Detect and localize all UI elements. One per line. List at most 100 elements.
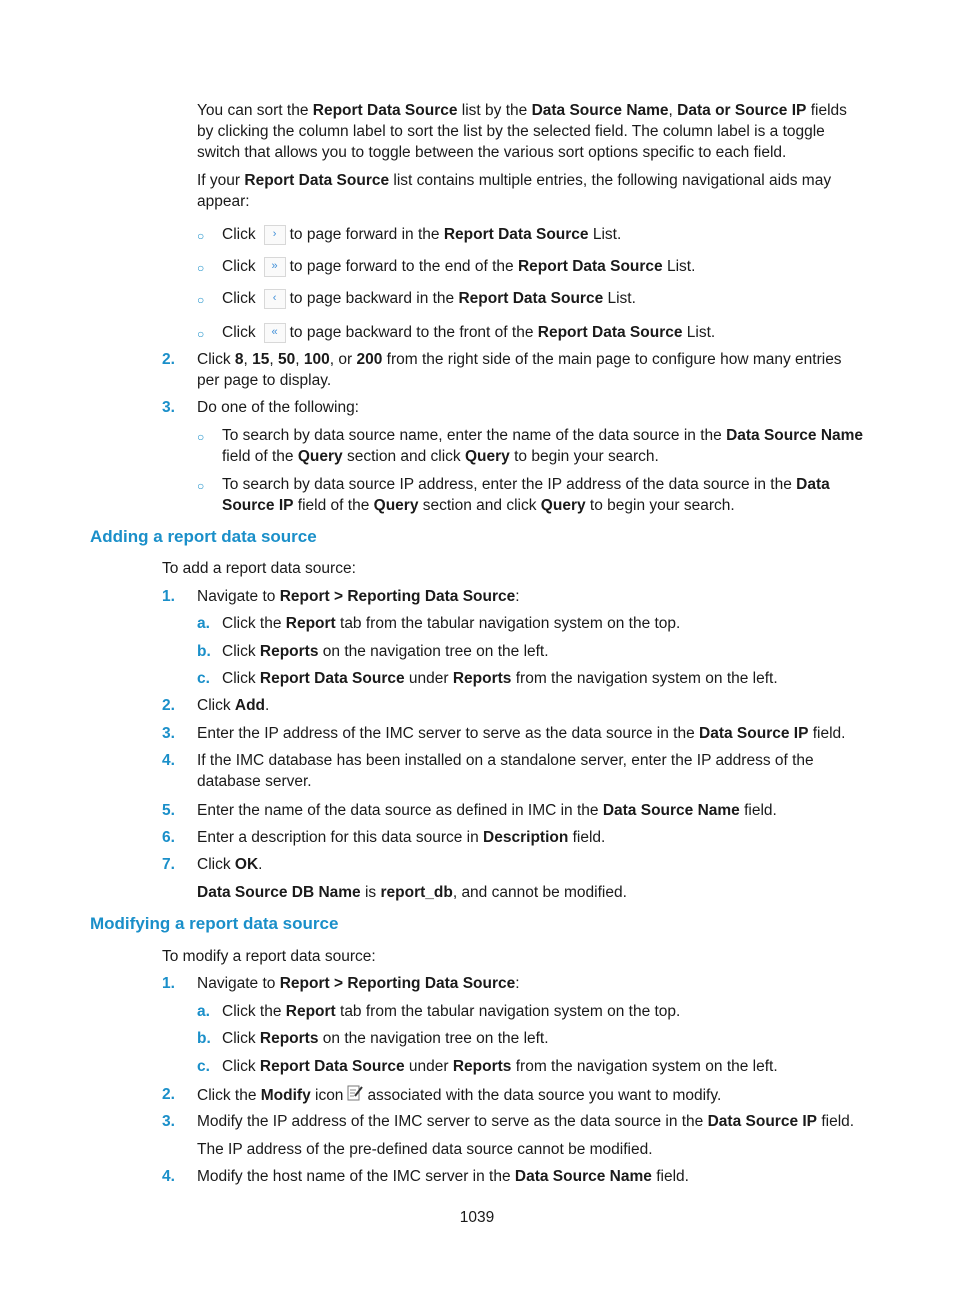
- entries-option: 100: [303, 351, 330, 368]
- intro-paragraph-nav-aids: If your Report Data Source list contains…: [197, 170, 867, 212]
- step-number: 5.: [162, 802, 175, 819]
- text: Enter the IP address of the IMC server t…: [197, 725, 700, 742]
- bold-term: Data or Source IP: [677, 102, 807, 119]
- step-navigate: Navigate to Report > Reporting Data Sour…: [197, 973, 867, 994]
- bold-term: OK: [234, 856, 259, 873]
- previous-page-icon[interactable]: ‹: [263, 289, 286, 309]
- bold-term: Reports: [452, 1058, 512, 1075]
- text: :: [515, 588, 520, 605]
- step-click-modify: Click the Modify icon associated with the…: [197, 1084, 867, 1106]
- bold-term: Report Data Source: [259, 1058, 405, 1075]
- text: , and cannot be modified.: [452, 884, 627, 901]
- substep-reports-tree: Click Reports on the navigation tree on …: [222, 641, 870, 662]
- section-heading-modifying: Modifying a report data source: [90, 914, 339, 933]
- bold-term: Report Data Source: [517, 258, 663, 275]
- text: to page backward to the front of the: [289, 324, 538, 341]
- text: field.: [651, 1168, 689, 1185]
- text: Click the: [222, 1003, 286, 1020]
- last-page-icon[interactable]: »: [263, 257, 286, 277]
- nav-aid-item: Click › to page forward in the Report Data…: [222, 224, 870, 245]
- text: from the navigation system on the left.: [511, 670, 778, 687]
- entries-option: 50: [278, 351, 296, 368]
- next-page-icon[interactable]: ›: [263, 225, 286, 245]
- text: Click: [197, 697, 235, 714]
- bold-term: Query: [464, 448, 510, 465]
- text: Click: [222, 290, 256, 307]
- bold-term: Report Data Source: [312, 102, 458, 119]
- text: to begin your search.: [585, 497, 735, 514]
- bold-term: Data Source Name: [726, 427, 864, 444]
- step-number: 1.: [162, 975, 175, 992]
- text: To search by data source name, enter the…: [222, 427, 727, 444]
- substep-letter: c.: [197, 670, 210, 687]
- step-number: 7.: [162, 856, 175, 873]
- substep-letter: b.: [197, 643, 211, 660]
- text: list by the: [457, 102, 532, 119]
- text: Modify the IP address of the IMC server …: [197, 1113, 708, 1130]
- text: field of the: [293, 497, 374, 514]
- text: is: [360, 884, 381, 901]
- substep-letter: b.: [197, 1030, 211, 1047]
- first-page-icon[interactable]: «: [263, 323, 286, 343]
- substep-report-tab: Click the Report tab from the tabular na…: [222, 1001, 870, 1022]
- db-name-note: Data Source DB Name is report_db, and ca…: [197, 882, 867, 903]
- step-standalone-db: If the IMC database has been installed o…: [197, 752, 814, 790]
- bold-term: Report Data Source: [537, 324, 683, 341]
- search-by-name-option: To search by data source name, enter the…: [222, 425, 870, 467]
- bold-term: Data Source Name: [602, 802, 740, 819]
- text: Navigate to: [197, 588, 280, 605]
- step-enter-description: Enter a description for this data source…: [197, 827, 867, 848]
- step-modify-ip: Modify the IP address of the IMC server …: [197, 1111, 867, 1132]
- nav-aid-item: Click «to page backward to the front of t…: [222, 322, 870, 343]
- predefined-ip-note: The IP address of the pre-defined data s…: [197, 1141, 653, 1158]
- step-number: 6.: [162, 829, 175, 846]
- text: Enter a description for this data source…: [197, 829, 484, 846]
- text: Click: [197, 856, 235, 873]
- bold-term: Report Data Source: [259, 670, 405, 687]
- text: section and click: [418, 497, 541, 514]
- text: on the navigation tree on the left.: [318, 643, 549, 660]
- text: .: [265, 697, 270, 714]
- text: field of the: [222, 448, 298, 465]
- bold-term: Report Data Source: [443, 226, 589, 243]
- text: associated with the data source you want…: [367, 1087, 722, 1104]
- step-click-add: Click Add.: [197, 695, 867, 716]
- step-do-one: Do one of the following:: [197, 399, 359, 416]
- page-number: 1039: [459, 1209, 495, 1226]
- bold-term: Report: [285, 615, 336, 632]
- bold-term: report_db: [380, 884, 453, 901]
- step-number: 4.: [162, 1168, 175, 1185]
- intro-paragraph-sort: You can sort the Report Data Source list…: [197, 100, 867, 163]
- bullet-icon: ○: [197, 479, 205, 493]
- text: Click: [222, 324, 256, 341]
- entries-option: 8: [234, 351, 244, 368]
- menu-path: Report > Reporting Data Source: [279, 588, 516, 605]
- text: field.: [568, 829, 606, 846]
- text: .: [258, 856, 263, 873]
- bold-term: Add: [234, 697, 266, 714]
- text: field.: [739, 802, 777, 819]
- substep-reports-tree: Click Reports on the navigation tree on …: [222, 1028, 870, 1049]
- text: Click: [222, 258, 256, 275]
- bold-term: Query: [297, 448, 343, 465]
- text: List.: [603, 290, 636, 307]
- step-entries-per-page: Click 8, 15, 50, 100, or 200 from the ri…: [197, 349, 867, 391]
- nav-aid-item: Click» to page forward to the end of the …: [222, 256, 870, 277]
- bold-term: Report: [285, 1003, 336, 1020]
- text: Click: [222, 226, 256, 243]
- text: to page forward to the end of the: [289, 258, 518, 275]
- text: on the navigation tree on the left.: [318, 1030, 549, 1047]
- step-number: 3.: [162, 1113, 175, 1130]
- text: Click: [222, 643, 260, 660]
- bold-term: Reports: [259, 643, 319, 660]
- step-number: 3.: [162, 725, 175, 742]
- text: under: [404, 1058, 453, 1075]
- text: List.: [588, 226, 622, 243]
- section-intro: To add a report data source:: [162, 560, 356, 577]
- substep-letter: a.: [197, 615, 210, 632]
- bold-term: Data Source Name: [514, 1168, 652, 1185]
- text: List.: [682, 324, 716, 341]
- text: tab from the tabular navigation system o…: [335, 615, 681, 632]
- modify-icon: [347, 1084, 364, 1102]
- bullet-icon: ○: [197, 327, 205, 341]
